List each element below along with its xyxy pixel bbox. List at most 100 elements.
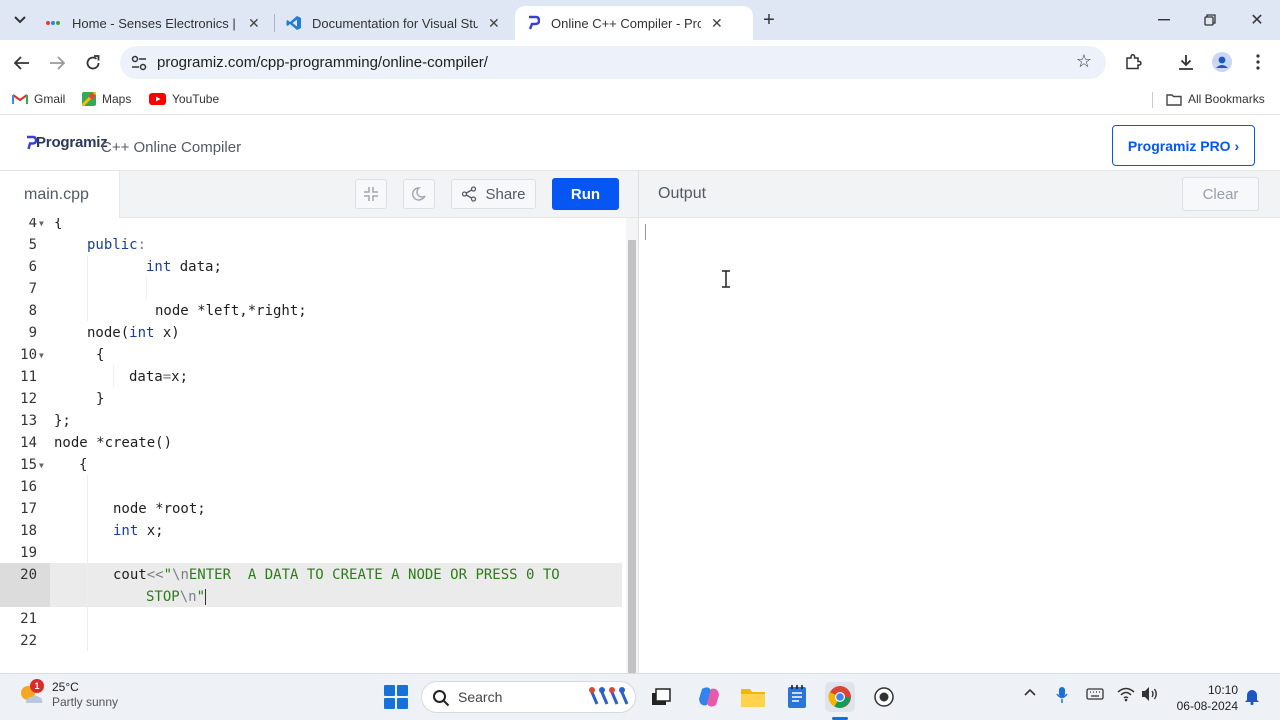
reload-icon (86, 55, 100, 70)
fold-arrow-icon[interactable]: ▼ (39, 351, 44, 360)
search-icon (433, 690, 450, 707)
chrome-icon (828, 686, 851, 708)
folder-icon (741, 689, 765, 707)
notepad-icon (788, 685, 806, 708)
line-number: 8 (28, 303, 37, 319)
line-number: 19 (20, 545, 37, 561)
page-title: C++ Online Compiler (101, 139, 242, 156)
reload-button[interactable] (80, 50, 106, 76)
tab-title: Online C++ Compiler - Progra (551, 15, 701, 31)
tab-search-dropdown[interactable] (8, 8, 32, 32)
close-window-button[interactable]: ✕ (1245, 8, 1269, 32)
restore-icon (1204, 14, 1216, 26)
moon-icon (412, 187, 426, 201)
senses-favicon-icon (46, 15, 62, 31)
line-number: 17 (20, 501, 37, 517)
profile-button[interactable] (1210, 50, 1234, 74)
bookmark-maps[interactable]: Maps (82, 92, 131, 106)
line-number: 14 (20, 435, 37, 451)
weather-badge: 1 (30, 679, 44, 693)
volume-icon[interactable] (1141, 686, 1159, 702)
weather-icon: 1 (18, 679, 44, 708)
programiz-favicon-icon (525, 15, 541, 31)
weather-condition: Partly sunny (52, 695, 119, 709)
line-number: 11 (20, 369, 37, 385)
bookmark-star-icon[interactable]: ☆ (1076, 51, 1092, 72)
site-header: Programiz C++ Online Compiler Programiz … (0, 116, 1280, 171)
clock-date: 06-08-2024 (1176, 699, 1238, 713)
back-button[interactable] (9, 50, 35, 76)
minimize-button[interactable] (1152, 8, 1176, 32)
extensions-button[interactable] (1121, 50, 1145, 74)
code-line: }; (54, 413, 71, 429)
downloads-button[interactable] (1174, 50, 1198, 74)
taskbar-file-explorer[interactable] (738, 682, 768, 712)
code-line: data=x; (129, 369, 189, 385)
site-info-icon[interactable] (130, 54, 148, 72)
browser-tab-vscode-docs[interactable]: Documentation for Visual Studi ✕ (276, 6, 510, 40)
bookmarks-bar: Gmail Maps YouTube All Bookmarks (0, 85, 1280, 115)
line-number: 22 (20, 633, 37, 649)
theme-toggle-button[interactable] (403, 179, 435, 209)
programiz-logo[interactable]: Programiz (25, 134, 108, 151)
bookmark-gmail[interactable]: Gmail (12, 92, 65, 106)
tray-overflow-icon[interactable] (1024, 688, 1036, 696)
close-tab-icon[interactable]: ✕ (248, 15, 260, 32)
code-editor[interactable]: 4 ▼ 5 6 7 8 9 10 ▼ 11 12 13 14 15 ▼ 16 1… (0, 218, 638, 673)
weather-widget[interactable]: 1 25°C Partly sunny (18, 679, 119, 710)
url-text[interactable]: programiz.com/cpp-programming/online-com… (157, 54, 488, 71)
browser-menu-button[interactable] (1246, 50, 1270, 74)
clear-button[interactable]: Clear (1182, 177, 1259, 211)
address-bar[interactable]: programiz.com/cpp-programming/online-com… (120, 46, 1106, 79)
line-number: 12 (20, 391, 37, 407)
indent-guide (87, 475, 88, 651)
start-button[interactable] (384, 685, 408, 709)
taskbar-search[interactable]: Search (421, 681, 636, 713)
run-button[interactable]: Run (552, 178, 619, 210)
copilot-icon (699, 687, 719, 707)
code-line: node *left,*right; (155, 303, 307, 319)
browser-tab-programiz[interactable]: Online C++ Compiler - Progra ✕ (515, 6, 753, 40)
programiz-pro-button[interactable]: Programiz PRO › (1112, 125, 1255, 166)
browser-tab-senses[interactable]: Home - Senses Electronics | Int ✕ (36, 6, 270, 40)
code-line: node *create() (54, 435, 173, 451)
clock-time: 10:10 (1207, 683, 1238, 697)
code-line-wrapped: STOP\n" (146, 589, 206, 605)
fold-arrow-icon[interactable]: ▼ (39, 461, 44, 470)
close-tab-icon[interactable]: ✕ (711, 15, 723, 32)
browser-toolbar: programiz.com/cpp-programming/online-com… (0, 40, 1280, 85)
notifications-bell-icon[interactable] (1244, 687, 1260, 705)
restore-button[interactable] (1198, 8, 1222, 32)
code-line: int x; (113, 523, 164, 539)
output-toolbar: Output Clear (639, 171, 1280, 218)
line-number: 21 (20, 611, 37, 627)
close-tab-icon[interactable]: ✕ (488, 15, 500, 32)
line-number: 15 (20, 457, 37, 473)
kebab-menu-icon (1256, 54, 1260, 70)
indent-guide (146, 277, 147, 299)
system-clock[interactable]: 10:10 06-08-2024 (1170, 682, 1238, 714)
microphone-icon[interactable] (1056, 686, 1068, 704)
wifi-icon[interactable] (1117, 686, 1135, 702)
taskbar-chrome[interactable] (825, 682, 855, 712)
editor-scrollbar-thumb[interactable] (628, 240, 636, 673)
output-console[interactable] (639, 218, 1280, 673)
taskbar-task-view[interactable] (646, 682, 676, 712)
search-label: Search (458, 689, 503, 705)
bookmark-youtube[interactable]: YouTube (149, 92, 219, 106)
output-caret (645, 224, 646, 240)
taskbar-recorder[interactable] (869, 682, 899, 712)
line-number: 10 (20, 347, 37, 363)
browser-tab-strip: Home - Senses Electronics | Int ✕ Docume… (0, 0, 1280, 40)
new-tab-button[interactable]: + (757, 8, 781, 32)
taskbar-copilot[interactable] (694, 682, 724, 712)
file-tab-main-cpp[interactable]: main.cpp (0, 171, 120, 219)
forward-button[interactable] (44, 50, 70, 76)
all-bookmarks[interactable]: All Bookmarks (1166, 92, 1265, 106)
fullscreen-button[interactable] (355, 179, 387, 209)
fold-arrow-icon[interactable]: ▼ (39, 219, 44, 228)
share-button[interactable]: Share (451, 179, 536, 209)
maps-icon (82, 92, 96, 106)
keyboard-icon[interactable] (1086, 687, 1104, 701)
taskbar-notepad[interactable] (782, 682, 812, 712)
